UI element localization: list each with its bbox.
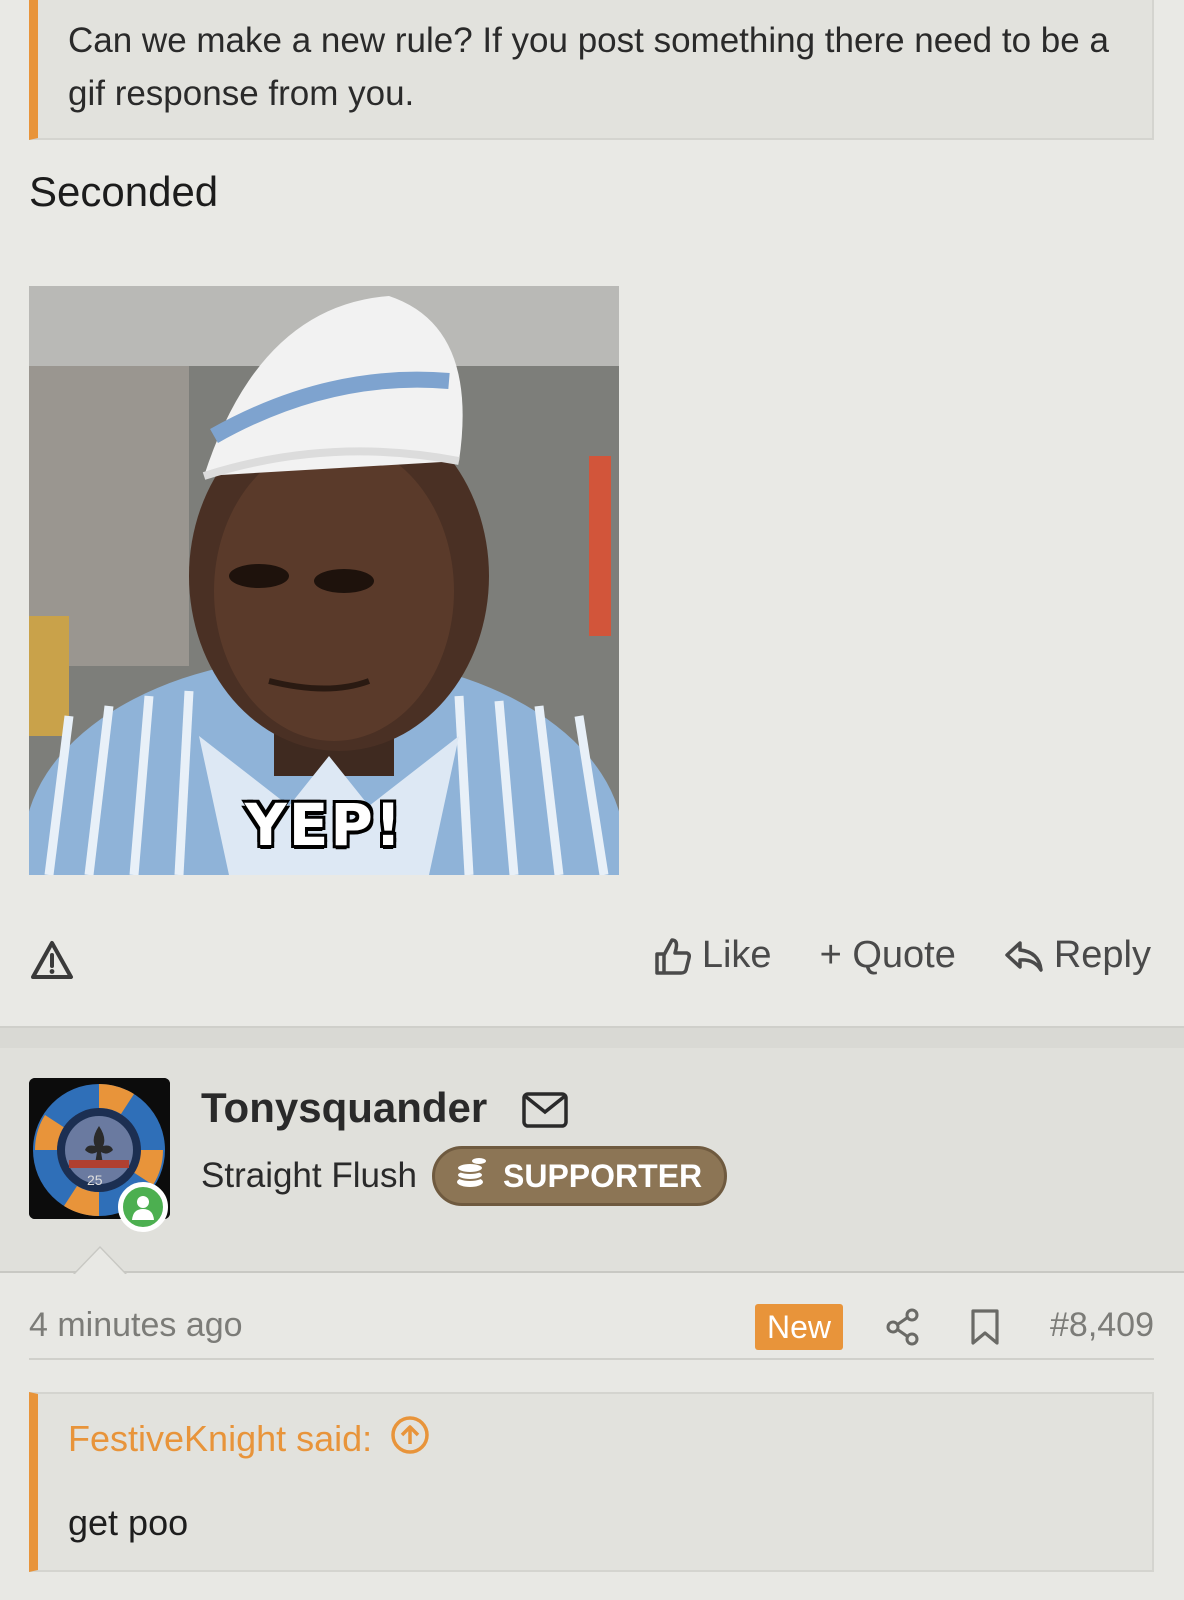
supporter-badge: SUPPORTER — [432, 1146, 728, 1206]
warning-icon[interactable] — [30, 940, 74, 980]
gif-illustration — [29, 286, 619, 875]
post-timestamp[interactable]: 4 minutes ago — [29, 1306, 243, 1345]
bookmark-icon[interactable] — [970, 1308, 1000, 1351]
header-pointer — [73, 1246, 127, 1274]
user-info-header: 25 Tonysquander Straight Flush SUPPORTER — [0, 1048, 1184, 1273]
quote-block: Can we make a new rule? If you post some… — [29, 0, 1154, 140]
post-actions: Like + Quote Reply — [654, 934, 1151, 977]
thumbs-up-icon — [654, 936, 692, 976]
reply-button[interactable]: Reply — [1004, 934, 1151, 977]
coin-stack-icon — [455, 1156, 489, 1196]
post-container: Can we make a new rule? If you post some… — [0, 0, 1184, 1026]
jump-to-quote-icon[interactable] — [390, 1415, 430, 1464]
gif-caption: YEP! — [244, 791, 404, 859]
gif-image[interactable]: YEP! — [29, 286, 619, 875]
reply-arrow-icon — [1004, 939, 1044, 973]
quote-text: get poo — [68, 1502, 189, 1543]
quote-attribution[interactable]: FestiveKnight said: — [38, 1394, 1152, 1484]
like-button[interactable]: Like — [654, 934, 772, 977]
supporter-badge-label: SUPPORTER — [503, 1157, 703, 1194]
quote-button[interactable]: + Quote — [820, 934, 956, 977]
quote-text: Can we make a new rule? If you post some… — [68, 21, 1109, 113]
new-badge: New — [755, 1304, 844, 1350]
like-label: Like — [701, 934, 772, 976]
quote-author-label: FestiveKnight said: — [68, 1418, 373, 1459]
online-status-icon — [118, 1182, 168, 1232]
avatar-chip-value: 25 — [87, 1172, 103, 1188]
share-icon[interactable] — [885, 1308, 921, 1351]
mail-icon[interactable] — [522, 1092, 568, 1133]
user-title: Straight Flush — [201, 1156, 417, 1195]
post-divider — [0, 1026, 1184, 1048]
reply-label: Reply — [1053, 934, 1151, 976]
post-body-text: Seconded — [29, 168, 219, 215]
post-number-link[interactable]: #8,409 — [1050, 1306, 1154, 1345]
post-meta-row: 4 minutes ago New #8,409 — [29, 1300, 1154, 1360]
username-link[interactable]: Tonysquander — [201, 1084, 487, 1132]
quote-block: FestiveKnight said: get poo — [29, 1392, 1154, 1572]
quote-label: + Quote — [819, 934, 956, 976]
